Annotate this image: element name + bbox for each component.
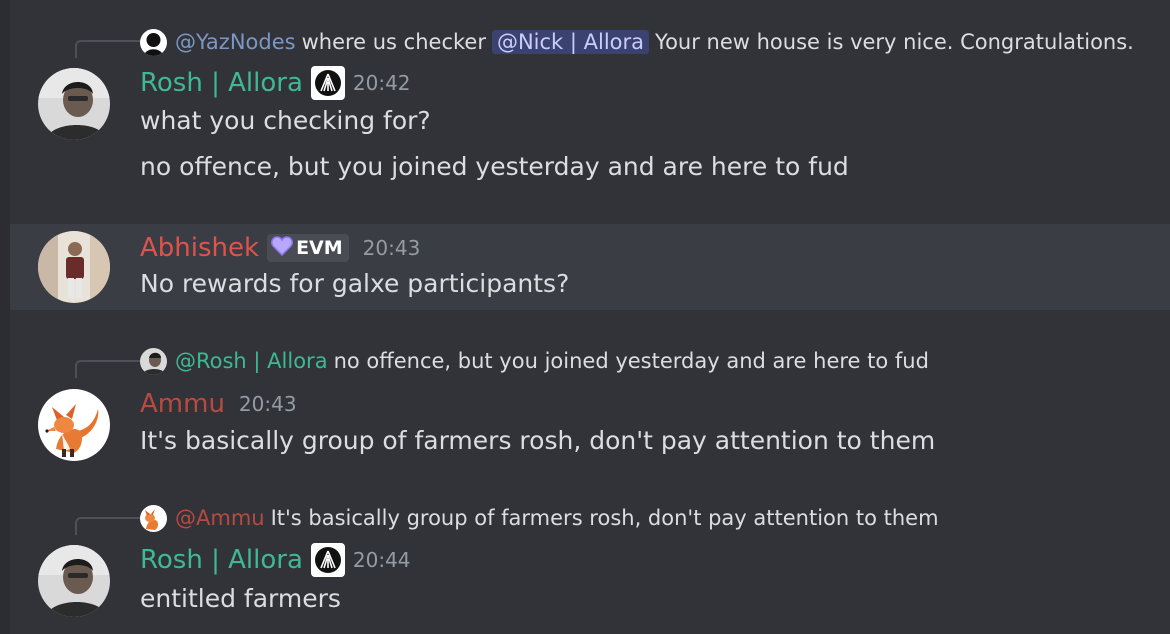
timestamp[interactable]: 20:44 <box>353 548 411 572</box>
message-line: It's basically group of farmers rosh, do… <box>140 426 936 455</box>
purple-heart-icon <box>271 236 294 260</box>
server-tag[interactable]: EVM <box>267 234 349 262</box>
tag-label: EVM <box>296 237 343 259</box>
reply-author[interactable]: @YazNodes <box>175 30 296 54</box>
reply-author[interactable]: @Ammu <box>175 506 265 530</box>
avatar[interactable] <box>38 545 110 617</box>
message-rosh-1[interactable]: @YazNodes where us checker @Nick | Allor… <box>10 0 1170 222</box>
username[interactable]: Rosh | Allora <box>140 545 303 575</box>
reply-spine <box>75 360 143 378</box>
username[interactable]: Abhishek <box>140 233 259 263</box>
reply-preview[interactable]: @YazNodes where us checker @Nick | Allor… <box>140 27 1134 57</box>
message-header: Rosh | Allora 20:44 <box>140 541 411 579</box>
timestamp[interactable]: 20:43 <box>363 236 421 260</box>
allora-logo-icon[interactable] <box>310 543 345 577</box>
reply-text-continued: Your new house is very nice. Congratulat… <box>655 30 1134 54</box>
reply-text: It's basically group of farmers rosh, do… <box>270 506 939 530</box>
avatar[interactable] <box>38 231 110 303</box>
ammu-mini-avatar[interactable] <box>140 504 167 532</box>
avatar[interactable] <box>38 389 110 461</box>
message-header: Abhishek EVM 20:43 <box>140 229 420 267</box>
message-line: No rewards for galxe participants? <box>140 269 570 298</box>
message-line: what you checking for? <box>140 106 431 135</box>
reply-preview[interactable]: @Rosh | Allora no offence, but you joine… <box>140 346 929 376</box>
avatar[interactable] <box>38 68 110 140</box>
timestamp[interactable]: 20:43 <box>239 392 297 416</box>
message-abhishek[interactable]: Abhishek EVM 20:43 No rewards for galxe … <box>10 224 1170 310</box>
username[interactable]: Rosh | Allora <box>140 68 303 98</box>
allora-logo-icon[interactable] <box>310 66 345 100</box>
message-header: Ammu 20:43 <box>140 385 297 423</box>
message-rosh-2[interactable]: @Ammu It's basically group of farmers ro… <box>10 474 1170 634</box>
message-header: Rosh | Allora 20:42 <box>140 64 411 102</box>
message-line: no offence, but you joined yesterday and… <box>140 152 849 181</box>
reply-spine <box>75 517 143 535</box>
mention-nick-allora[interactable]: @Nick | Allora <box>491 30 650 54</box>
reply-spine <box>75 40 143 58</box>
username[interactable]: Ammu <box>140 389 225 419</box>
message-ammu[interactable]: @Rosh | Allora no offence, but you joine… <box>10 312 1170 474</box>
message-line: entitled farmers <box>140 584 341 613</box>
reply-preview[interactable]: @Ammu It's basically group of farmers ro… <box>140 503 939 533</box>
channel-left-edge <box>0 0 10 634</box>
reply-author[interactable]: @Rosh | Allora <box>175 349 328 373</box>
timestamp[interactable]: 20:42 <box>353 71 411 95</box>
yaznodes-avatar[interactable] <box>140 28 167 56</box>
rosh-mini-avatar[interactable] <box>140 347 167 375</box>
reply-text: where us checker <box>301 30 486 54</box>
reply-text: no offence, but you joined yesterday and… <box>333 349 929 373</box>
